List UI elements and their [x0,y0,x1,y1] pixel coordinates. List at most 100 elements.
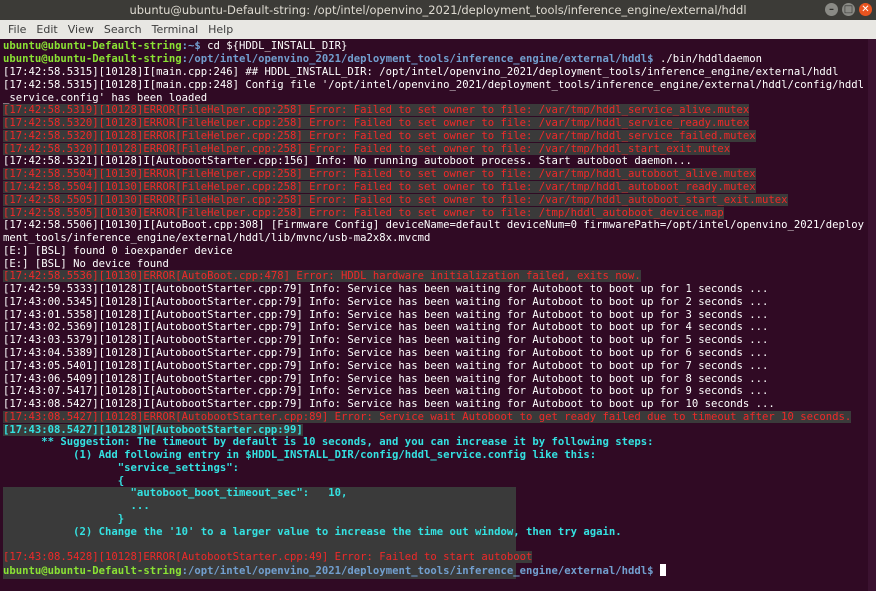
log-line: [17:43:08.5428][10128]ERROR[AutobootStar… [3,551,533,564]
suggestion-text: (2) Change the '10' to a larger value to… [3,525,622,538]
log-line: [17:42:58.5320][10128]ERROR[FileHelper.c… [3,142,731,156]
info-text: [17:42:59.5333][10128]I[AutobootStarter.… [3,283,769,296]
text-cursor [659,564,666,576]
info-text: [17:42:58.5321][10128]I[AutobootStarter.… [3,155,692,168]
close-icon[interactable]: ✕ [859,3,872,16]
log-line: [17:42:58.5320][10128]ERROR[FileHelper.c… [3,129,756,143]
log-line: (1) Add following entry in $HDDL_INSTALL… [3,449,596,462]
log-line: [17:43:07.5417][10128]I[AutobootStarter.… [3,385,768,398]
log-line: "autoboot_boot_timeout_sec": 10, [3,487,348,500]
log-line: [17:42:58.5536][10130]ERROR[AutoBoot.cpp… [3,270,641,283]
log-line: ment_tools/inference_engine/external/hdd… [3,232,430,245]
error-text: [17:42:58.5319][10128]ERROR[FileHelper.c… [3,104,750,117]
log-line: [17:43:03.5379][10128]I[AutobootStarter.… [3,334,768,347]
info-text: [E:] [BSL] No device found [3,257,169,270]
log-line: [17:42:58.5315][10128]I[main.cpp:248] Co… [3,79,864,92]
menu-bar: File Edit View Search Terminal Help [0,20,876,39]
log-line: { [3,475,124,488]
error-text: [17:42:58.5320][10128]ERROR[FileHelper.c… [3,142,731,155]
log-line: [17:43:02.5369][10128]I[AutobootStarter.… [3,321,768,334]
log-line: ... [3,500,150,513]
log-line: [17:42:58.5504][10130]ERROR[FileHelper.c… [3,168,756,181]
info-text: [17:43:01.5358][10128]I[AutobootStarter.… [3,308,769,321]
error-text: [17:42:58.5504][10130]ERROR[FileHelper.c… [3,180,756,193]
info-text: [17:43:06.5409][10128]I[AutobootStarter.… [3,372,769,385]
command-text: ./bin/hddldaemon [653,53,763,65]
log-line: _service.config' has been loaded [3,92,207,105]
prompt-line-run: ubuntu@ubuntu-Default-string:/opt/intel/… [3,53,762,66]
prompt-user: ubuntu@ubuntu-Default-string [3,53,182,65]
log-line: [17:42:58.5320][10128]ERROR[FileHelper.c… [3,117,750,130]
error-text: [17:42:58.5320][10128]ERROR[FileHelper.c… [3,129,756,142]
suggestion-text: "autoboot_boot_timeout_sec": 10, [3,487,348,500]
terminal-window: ubuntu@ubuntu-Default-string: /opt/intel… [0,0,876,591]
menu-terminal[interactable]: Terminal [147,23,204,36]
error-text: [17:42:58.5536][10130]ERROR[AutoBoot.cpp… [3,270,641,283]
log-line: [17:42:58.5315][10128]I[main.cpp:246] ##… [3,66,839,79]
info-text: [17:42:58.5315][10128]I[main.cpp:248] Co… [3,78,865,91]
error-text: [17:43:08.5427][10128]ERROR[AutobootStar… [3,410,852,423]
log-line: [17:42:58.5506][10130]I[AutoBoot.cpp:308… [3,219,864,232]
prompt-line-final: ubuntu@ubuntu-Default-string:/opt/intel/… [3,564,666,577]
prompt-user: ubuntu@ubuntu-Default-string [3,40,182,52]
maximize-icon[interactable]: □ [842,3,855,16]
warning-text: [17:43:08.5427][10128]W[AutobootStarter.… [3,423,303,436]
log-line: } [3,513,124,526]
prompt-path: :~$ [181,40,201,52]
info-text: _service.config' has been loaded [3,91,208,104]
scrollbar[interactable] [868,39,876,591]
log-line: [17:42:58.5504][10130]ERROR[FileHelper.c… [3,180,756,194]
command-text: cd ${HDDL_INSTALL_DIR} [200,40,348,52]
log-line: "service_settings": [3,462,239,475]
info-text: [17:42:58.5315][10128]I[main.cpp:246] ##… [3,66,839,78]
log-line: (2) Change the '10' to a larger value to… [3,526,622,539]
info-text: [17:43:07.5417][10128]I[AutobootStarter.… [3,385,769,398]
info-text: ment_tools/inference_engine/external/hdd… [3,232,431,244]
suggestion-text: ** Suggestion: The timeout by default is… [3,436,654,449]
log-line: [17:43:06.5409][10128]I[AutobootStarter.… [3,373,768,386]
log-line: [17:42:59.5333][10128]I[AutobootStarter.… [3,283,768,296]
suggestion-text: } [3,512,125,525]
menu-help[interactable]: Help [203,23,238,36]
log-line: [17:43:01.5358][10128]I[AutobootStarter.… [3,309,768,322]
info-text: [17:43:02.5369][10128]I[AutobootStarter.… [3,321,769,334]
error-text: [17:42:58.5505][10130]ERROR[FileHelper.c… [3,206,724,219]
log-line: [17:42:58.5505][10130]ERROR[FileHelper.c… [3,193,788,207]
suggestion-text: (1) Add following entry in $HDDL_INSTALL… [3,449,597,462]
suggestion-text: "service_settings": [3,461,239,474]
menu-edit[interactable]: Edit [31,23,62,36]
info-text: [17:43:05.5401][10128]I[AutobootStarter.… [3,359,769,372]
prompt-path: :/opt/intel/openvino_2021/deployment_too… [181,53,654,65]
menu-file[interactable]: File [3,23,31,36]
log-line: [17:43:04.5389][10128]I[AutobootStarter.… [3,347,768,360]
title-bar[interactable]: ubuntu@ubuntu-Default-string: /opt/intel… [0,0,876,20]
suggestion-text: ... [3,500,150,513]
info-text: [17:43:00.5345][10128]I[AutobootStarter.… [3,295,769,308]
suggestion-text: { [3,474,125,487]
log-line: [17:42:58.5321][10128]I[AutobootStarter.… [3,155,692,168]
log-line: [17:43:00.5345][10128]I[AutobootStarter.… [3,296,768,309]
log-line: [17:42:58.5505][10130]ERROR[FileHelper.c… [3,206,724,220]
info-text: [E:] [BSL] found 0 ioexpander device [3,244,233,257]
info-text: [17:43:04.5389][10128]I[AutobootStarter.… [3,346,769,359]
menu-view[interactable]: View [63,23,99,36]
log-line: [E:] [BSL] found 0 ioexpander device [3,245,233,258]
log-line: [17:42:58.5319][10128]ERROR[FileHelper.c… [3,104,750,117]
prompt-path: :/opt/intel/openvino_2021/deployment_too… [181,565,654,577]
prompt-user: ubuntu@ubuntu-Default-string [3,565,182,577]
error-text: [17:42:58.5320][10128]ERROR[FileHelper.c… [3,117,750,130]
log-line: ** Suggestion: The timeout by default is… [3,436,654,449]
info-text: [17:42:58.5506][10130]I[AutoBoot.cpp:308… [3,219,865,232]
info-text: [17:43:03.5379][10128]I[AutobootStarter.… [3,334,769,347]
prompt-line-cd: ubuntu@ubuntu-Default-string:~$ cd ${HDD… [3,40,347,53]
window-title: ubuntu@ubuntu-Default-string: /opt/intel… [129,3,747,17]
log-line: [E:] [BSL] No device found [3,258,169,271]
menu-search[interactable]: Search [99,23,147,36]
terminal-output[interactable]: ubuntu@ubuntu-Default-string:~$ cd ${HDD… [0,39,868,591]
window-controls: – □ ✕ [825,3,872,16]
log-line: [17:43:08.5427][10128]I[AutobootStarter.… [3,398,775,411]
log-line: [17:43:05.5401][10128]I[AutobootStarter.… [3,360,768,373]
log-line: [17:43:08.5427][10128]ERROR[AutobootStar… [3,410,852,424]
minimize-icon[interactable]: – [825,3,838,16]
error-text: [17:42:58.5505][10130]ERROR[FileHelper.c… [3,193,788,206]
